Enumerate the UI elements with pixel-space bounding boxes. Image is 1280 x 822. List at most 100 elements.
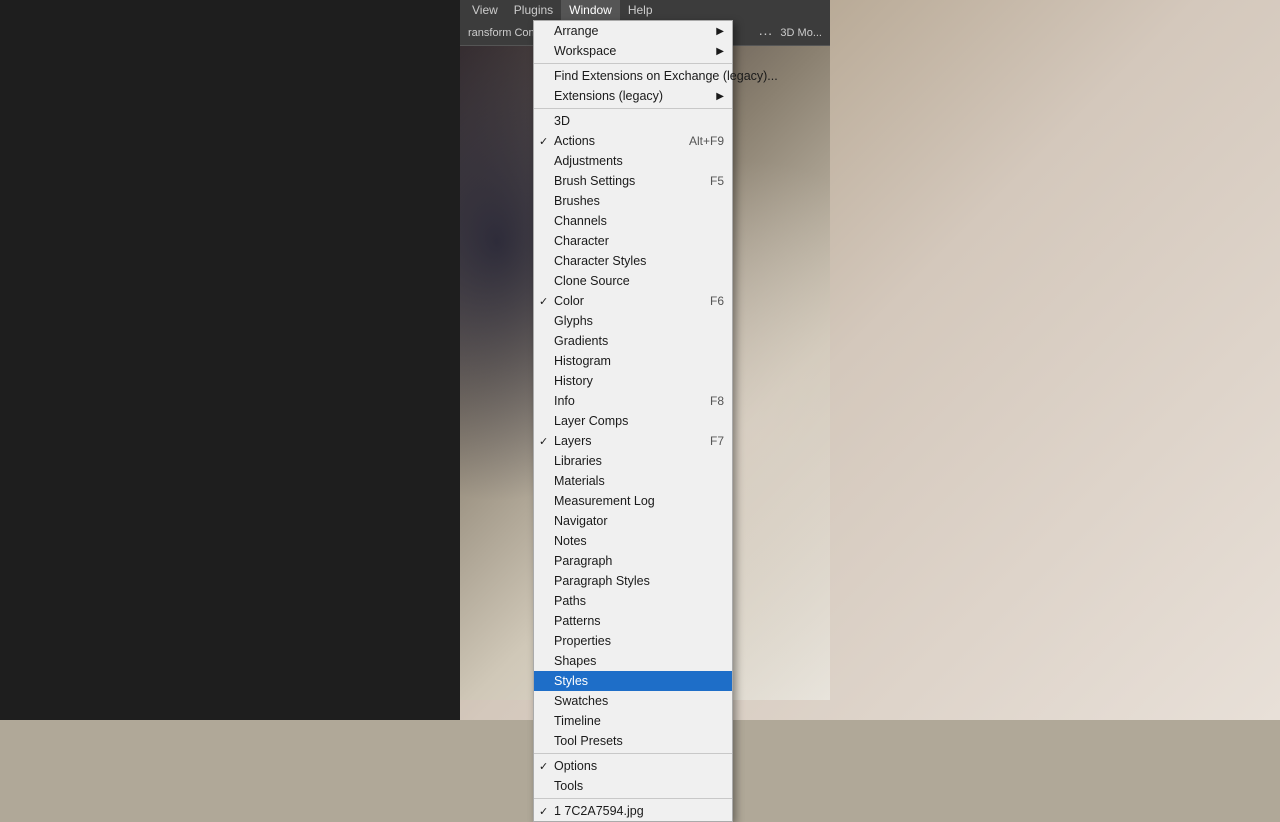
gradients-label: Gradients — [554, 334, 608, 348]
menu-item-find-extensions[interactable]: Find Extensions on Exchange (legacy)... — [534, 66, 732, 86]
menu-item-info[interactable]: Info F8 — [534, 391, 732, 411]
menu-item-shapes[interactable]: Shapes — [534, 651, 732, 671]
menu-item-libraries[interactable]: Libraries — [534, 451, 732, 471]
menu-item-materials[interactable]: Materials — [534, 471, 732, 491]
menu-item-styles[interactable]: Styles — [534, 671, 732, 691]
menu-item-navigator[interactable]: Navigator — [534, 511, 732, 531]
separator-3 — [534, 753, 732, 754]
layer-comps-label: Layer Comps — [554, 414, 628, 428]
notes-label: Notes — [554, 534, 587, 548]
layers-checkmark-icon: ✓ — [539, 435, 548, 448]
menu-item-brushes[interactable]: Brushes — [534, 191, 732, 211]
menu-item-color[interactable]: ✓ Color F6 — [534, 291, 732, 311]
file1-label: 1 7C2A7594.jpg — [554, 804, 644, 818]
left-panel — [0, 0, 460, 720]
menu-item-tools[interactable]: Tools — [534, 776, 732, 796]
navigator-label: Navigator — [554, 514, 608, 528]
menu-item-layers[interactable]: ✓ Layers F7 — [534, 431, 732, 451]
separator-4 — [534, 798, 732, 799]
menu-item-paragraph[interactable]: Paragraph — [534, 551, 732, 571]
menu-item-history[interactable]: History — [534, 371, 732, 391]
separator-1 — [534, 63, 732, 64]
menu-item-layer-comps[interactable]: Layer Comps — [534, 411, 732, 431]
separator-2 — [534, 108, 732, 109]
menu-item-channels[interactable]: Channels — [534, 211, 732, 231]
measurement-log-label: Measurement Log — [554, 494, 655, 508]
actions-shortcut: Alt+F9 — [669, 134, 724, 148]
find-extensions-label: Find Extensions on Exchange (legacy)... — [554, 69, 778, 83]
info-label: Info — [554, 394, 575, 408]
menu-item-character[interactable]: Character — [534, 231, 732, 251]
menu-item-properties[interactable]: Properties — [534, 631, 732, 651]
adjustments-label: Adjustments — [554, 154, 623, 168]
options-checkmark-icon: ✓ — [539, 760, 548, 773]
workspace-arrow-icon: ▶ — [716, 46, 724, 57]
color-checkmark-icon: ✓ — [539, 295, 548, 308]
menu-item-timeline[interactable]: Timeline — [534, 711, 732, 731]
menubar-view[interactable]: View — [464, 0, 506, 20]
window-dropdown-menu: Arrange ▶ Workspace ▶ Find Extensions on… — [533, 20, 733, 822]
libraries-label: Libraries — [554, 454, 602, 468]
menu-item-glyphs[interactable]: Glyphs — [534, 311, 732, 331]
layers-label: Layers — [554, 434, 592, 448]
styles-label: Styles — [554, 674, 588, 688]
tool-presets-label: Tool Presets — [554, 734, 623, 748]
menu-item-actions[interactable]: ✓ Actions Alt+F9 — [534, 131, 732, 151]
actions-checkmark-icon: ✓ — [539, 135, 548, 148]
brushes-label: Brushes — [554, 194, 600, 208]
menubar: View Plugins Window Help — [460, 0, 830, 20]
workspace-label: Workspace — [554, 44, 616, 58]
menu-item-character-styles[interactable]: Character Styles — [534, 251, 732, 271]
menu-item-patterns[interactable]: Patterns — [534, 611, 732, 631]
tools-label: Tools — [554, 779, 583, 793]
channels-label: Channels — [554, 214, 607, 228]
options-label: Options — [554, 759, 597, 773]
paragraph-label: Paragraph — [554, 554, 612, 568]
info-shortcut: F8 — [690, 394, 724, 408]
menubar-window[interactable]: Window — [561, 0, 620, 20]
menu-item-workspace[interactable]: Workspace ▶ — [534, 41, 732, 61]
extensions-legacy-arrow-icon: ▶ — [716, 91, 724, 102]
arrange-label: Arrange — [554, 24, 598, 38]
menu-item-notes[interactable]: Notes — [534, 531, 732, 551]
menu-item-extensions-legacy[interactable]: Extensions (legacy) ▶ — [534, 86, 732, 106]
history-label: History — [554, 374, 593, 388]
file1-checkmark-icon: ✓ — [539, 805, 548, 818]
menu-item-measurement-log[interactable]: Measurement Log — [534, 491, 732, 511]
menu-item-file1[interactable]: ✓ 1 7C2A7594.jpg — [534, 801, 732, 821]
menu-item-histogram[interactable]: Histogram — [534, 351, 732, 371]
options-more-button[interactable]: ··· — [758, 25, 772, 41]
color-label: Color — [554, 294, 584, 308]
3d-mode-label: 3D Mo... — [780, 27, 822, 39]
materials-label: Materials — [554, 474, 605, 488]
character-label: Character — [554, 234, 609, 248]
menu-item-paragraph-styles[interactable]: Paragraph Styles — [534, 571, 732, 591]
menu-item-tool-presets[interactable]: Tool Presets — [534, 731, 732, 751]
menubar-help[interactable]: Help — [620, 0, 661, 20]
color-shortcut: F6 — [690, 294, 724, 308]
menu-item-clone-source[interactable]: Clone Source — [534, 271, 732, 291]
menu-item-3d[interactable]: 3D — [534, 111, 732, 131]
patterns-label: Patterns — [554, 614, 601, 628]
layers-shortcut: F7 — [690, 434, 724, 448]
brush-settings-shortcut: F5 — [690, 174, 724, 188]
menu-item-adjustments[interactable]: Adjustments — [534, 151, 732, 171]
character-styles-label: Character Styles — [554, 254, 646, 268]
paragraph-styles-label: Paragraph Styles — [554, 574, 650, 588]
histogram-label: Histogram — [554, 354, 611, 368]
3d-label: 3D — [554, 114, 570, 128]
menubar-plugins[interactable]: Plugins — [506, 0, 561, 20]
swatches-label: Swatches — [554, 694, 608, 708]
paths-label: Paths — [554, 594, 586, 608]
menu-item-options[interactable]: ✓ Options — [534, 756, 732, 776]
brush-settings-label: Brush Settings — [554, 174, 635, 188]
actions-label: Actions — [554, 134, 595, 148]
menu-item-arrange[interactable]: Arrange ▶ — [534, 21, 732, 41]
menu-item-gradients[interactable]: Gradients — [534, 331, 732, 351]
menu-item-brush-settings[interactable]: Brush Settings F5 — [534, 171, 732, 191]
glyphs-label: Glyphs — [554, 314, 593, 328]
menu-item-paths[interactable]: Paths — [534, 591, 732, 611]
clone-source-label: Clone Source — [554, 274, 630, 288]
properties-label: Properties — [554, 634, 611, 648]
menu-item-swatches[interactable]: Swatches — [534, 691, 732, 711]
